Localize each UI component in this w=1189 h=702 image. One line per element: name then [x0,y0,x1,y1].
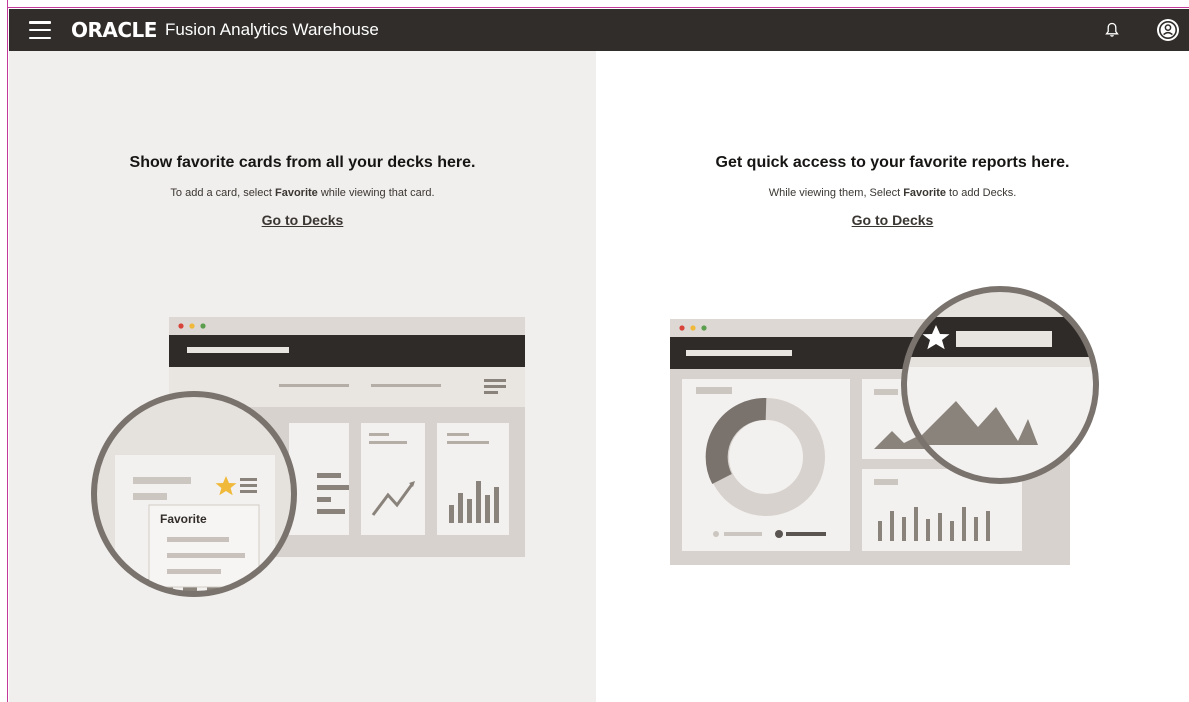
favorite-popup-label: Favorite [160,512,207,526]
go-to-decks-link-right-wrap: Go to Decks [596,212,1189,230]
favorite-reports-illustration [670,286,1099,565]
window-frame-top [0,0,1189,8]
bell-icon[interactable] [1097,15,1127,45]
favorite-cards-illustration [91,317,525,597]
hamburger-icon[interactable] [29,21,51,39]
product-name: Fusion Analytics Warehouse [164,20,379,39]
go-to-decks-link-left[interactable]: Go to Decks [262,212,344,228]
top-navigation-bar: ORACLE Fusion Analytics Warehouse [9,9,1189,51]
favorite-cards-instructions: To add a card, select Favorite while vie… [170,187,435,199]
favorite-cards-title: Show favorite cards from all your decks … [129,154,476,171]
user-avatar-icon[interactable] [1153,15,1183,45]
favorite-reports-instructions: While viewing them, Select Favorite to a… [768,187,1017,199]
favorite-cards-panel: Show favorite cards from all your decks … [9,51,596,702]
go-to-decks-link-right[interactable]: Go to Decks [852,212,934,228]
favorite-reports-panel: Get quick access to your favorite report… [596,51,1189,702]
oracle-logo[interactable]: ORACLE [71,18,157,42]
go-to-decks-link-left-wrap: Go to Decks [9,212,596,230]
window-frame-left [0,0,8,702]
favorite-reports-title: Get quick access to your favorite report… [715,154,1070,171]
